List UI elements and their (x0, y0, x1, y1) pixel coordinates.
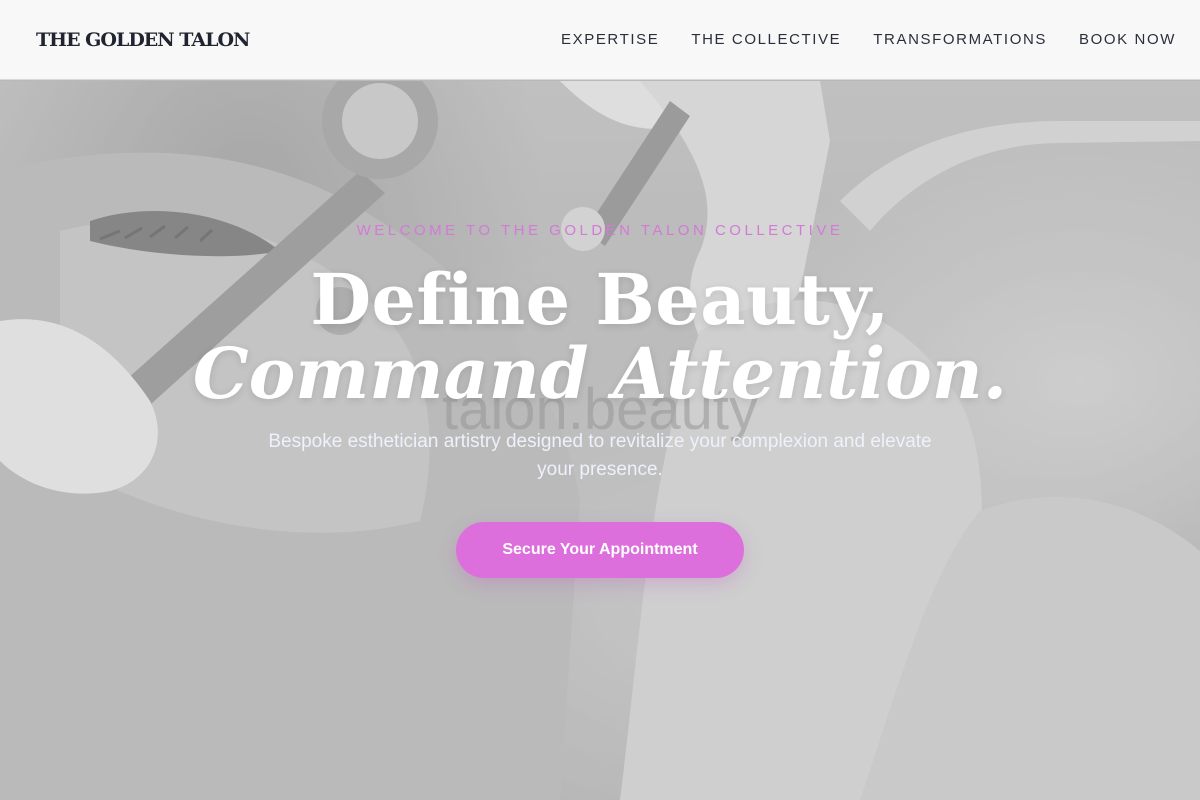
main-nav: EXPERTISE THE COLLECTIVE TRANSFORMATIONS… (561, 31, 1176, 48)
site-header: THE GOLDEN TALON EXPERTISE THE COLLECTIV… (0, 0, 1200, 80)
headline-line-1: Define Beauty, (310, 258, 890, 341)
hero-headline: Define Beauty, Command Attention. (0, 262, 1200, 410)
nav-link-collective[interactable]: THE COLLECTIVE (691, 31, 841, 48)
brand-logo[interactable]: THE GOLDEN TALON (36, 29, 250, 51)
hero-subtext: Bespoke esthetician artistry designed to… (268, 431, 932, 480)
secure-appointment-button[interactable]: Secure Your Appointment (456, 522, 744, 578)
headline-line-2: Command Attention. (192, 332, 1008, 415)
nav-link-transformations[interactable]: TRANSFORMATIONS (873, 31, 1047, 48)
nav-link-book-now[interactable]: BOOK NOW (1079, 31, 1176, 48)
hero-eyebrow: WELCOME TO THE GOLDEN TALON COLLECTIVE (356, 222, 844, 239)
nav-link-expertise[interactable]: EXPERTISE (561, 31, 659, 48)
